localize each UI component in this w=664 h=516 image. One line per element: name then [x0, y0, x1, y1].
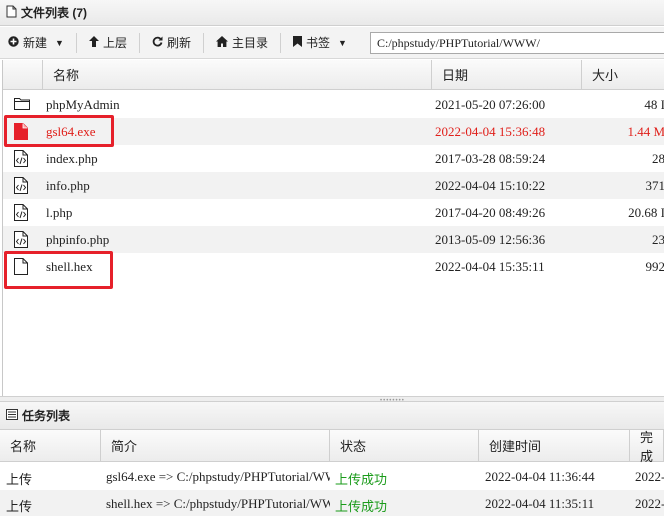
up-label: 上层: [102, 36, 127, 50]
task-list-title-bar: 任务列表: [0, 402, 664, 430]
file-date: 2022-04-04 15:36:48: [435, 124, 546, 139]
file-list: 名称 日期 大小 phpMyAdmin 2021-05-20 07:26:00 …: [2, 60, 664, 396]
toolbar-divider: [279, 32, 281, 53]
toolbar-divider: [202, 32, 204, 53]
task-list: 名称 简介 状态 创建时间 完成 上传 gsl64.exe => C:/phps…: [0, 430, 664, 516]
file-size: 371: [645, 178, 664, 193]
list-icon: [6, 408, 18, 423]
refresh-icon: [152, 36, 163, 50]
column-header-date[interactable]: 日期: [432, 60, 582, 90]
home-icon: [215, 35, 228, 50]
task-column-header-desc[interactable]: 简介: [101, 430, 330, 462]
code-file-icon: [14, 231, 30, 248]
task-column-header-label: 状态: [340, 439, 367, 454]
arrow-up-icon: [88, 35, 99, 50]
plus-circle-icon: [8, 35, 19, 50]
file-date: 2013-05-09 12:56:36: [435, 232, 546, 247]
up-button[interactable]: 上层: [81, 30, 135, 56]
file-size: 1.44 M: [627, 124, 664, 139]
task-column-header-label: 简介: [111, 439, 138, 454]
column-header-size[interactable]: 大小: [582, 60, 664, 90]
toolbar-divider: [75, 32, 77, 53]
bookmark-button[interactable]: 书签 ▼: [285, 30, 355, 56]
column-header-size-label: 大小: [592, 68, 619, 83]
task-column-header-label: 创建时间: [489, 439, 542, 454]
task-type: 上传: [6, 499, 33, 514]
task-created: 2022-04-04 11:36:44: [485, 469, 595, 484]
path-input[interactable]: [370, 32, 664, 54]
file-list-title: 文件列表 (7): [21, 6, 88, 20]
refresh-button[interactable]: 刷新: [144, 30, 199, 56]
bookmark-icon: [292, 35, 302, 50]
file-name: index.php: [46, 151, 98, 166]
column-header-name-label: 名称: [53, 68, 80, 83]
file-row-phpmyadmin[interactable]: phpMyAdmin 2021-05-20 07:26:00 48 I: [3, 91, 664, 118]
task-type: 上传: [6, 472, 33, 487]
chevron-down-icon: ▼: [55, 37, 64, 48]
bookmark-label: 书签: [305, 36, 330, 50]
home-label: 主目录: [231, 36, 268, 50]
task-desc: shell.hex => C:/phpstudy/PHPTutorial/WWW: [106, 496, 330, 511]
task-created: 2022-04-04 11:35:11: [485, 496, 595, 511]
task-done: 2022-: [635, 496, 664, 511]
task-row[interactable]: 上传 gsl64.exe => C:/phpstudy/PHPTutorial/…: [0, 463, 664, 490]
file-size: 20.68 I: [628, 205, 664, 220]
new-label: 新建: [23, 36, 48, 50]
task-column-header-done[interactable]: 完成: [630, 429, 664, 464]
file-toolbar: 新建 ▼ 上层 刷新 主目录 书签 ▼: [0, 27, 664, 59]
task-column-header-created[interactable]: 创建时间: [479, 430, 630, 462]
highlight-box-shell-hex: [4, 251, 113, 289]
highlight-box-gsl64: [4, 115, 114, 147]
file-size: 992: [645, 259, 664, 274]
file-name: phpinfo.php: [46, 232, 110, 247]
file-date: 2021-05-20 07:26:00: [435, 97, 546, 112]
code-file-icon: [14, 204, 30, 221]
task-column-header-label: 完成: [640, 429, 654, 464]
file-list-title-bar: 文件列表 (7): [0, 0, 664, 26]
toolbar-divider: [138, 32, 140, 53]
task-status: 上传成功: [335, 472, 388, 487]
file-date: 2017-03-28 08:59:24: [435, 151, 546, 166]
refresh-label: 刷新: [166, 36, 191, 50]
new-button[interactable]: 新建 ▼: [0, 30, 72, 56]
file-name: l.php: [46, 205, 73, 220]
task-done: 2022-: [635, 469, 664, 484]
file-date: 2017-04-20 08:49:26: [435, 205, 546, 220]
file-row-phpinfo-php[interactable]: phpinfo.php 2013-05-09 12:56:36 23: [3, 226, 664, 253]
file-name: info.php: [46, 178, 90, 193]
chevron-down-icon: ▼: [338, 37, 347, 48]
column-header-icon[interactable]: [3, 60, 43, 90]
file-row-info-php[interactable]: info.php 2022-04-04 15:10:22 371: [3, 172, 664, 199]
task-status: 上传成功: [335, 499, 388, 514]
file-size: 48 I: [644, 97, 664, 112]
file-date: 2022-04-04 15:10:22: [435, 178, 546, 193]
column-header-date-label: 日期: [442, 68, 469, 83]
folder-icon: [14, 96, 30, 113]
file-row-index-php[interactable]: index.php 2017-03-28 08:59:24 28: [3, 145, 664, 172]
file-name: phpMyAdmin: [46, 97, 120, 112]
file-row-l-php[interactable]: l.php 2017-04-20 08:49:26 20.68 I: [3, 199, 664, 226]
code-file-icon: [14, 150, 30, 167]
home-button[interactable]: 主目录: [208, 30, 276, 56]
column-header-name[interactable]: 名称: [43, 60, 432, 90]
task-desc: gsl64.exe => C:/phpstudy/PHPTutorial/WWW: [106, 469, 330, 484]
task-row[interactable]: 上传 shell.hex => C:/phpstudy/PHPTutorial/…: [0, 490, 664, 516]
task-column-header-label: 名称: [10, 439, 37, 454]
file-list-icon: [6, 5, 17, 21]
task-column-header-status[interactable]: 状态: [330, 430, 479, 462]
code-file-icon: [14, 177, 30, 194]
file-size: 28: [652, 151, 664, 166]
task-column-header-name[interactable]: 名称: [0, 430, 101, 462]
file-date: 2022-04-04 15:35:11: [435, 259, 545, 274]
file-size: 23: [652, 232, 664, 247]
task-list-title: 任务列表: [22, 409, 71, 423]
